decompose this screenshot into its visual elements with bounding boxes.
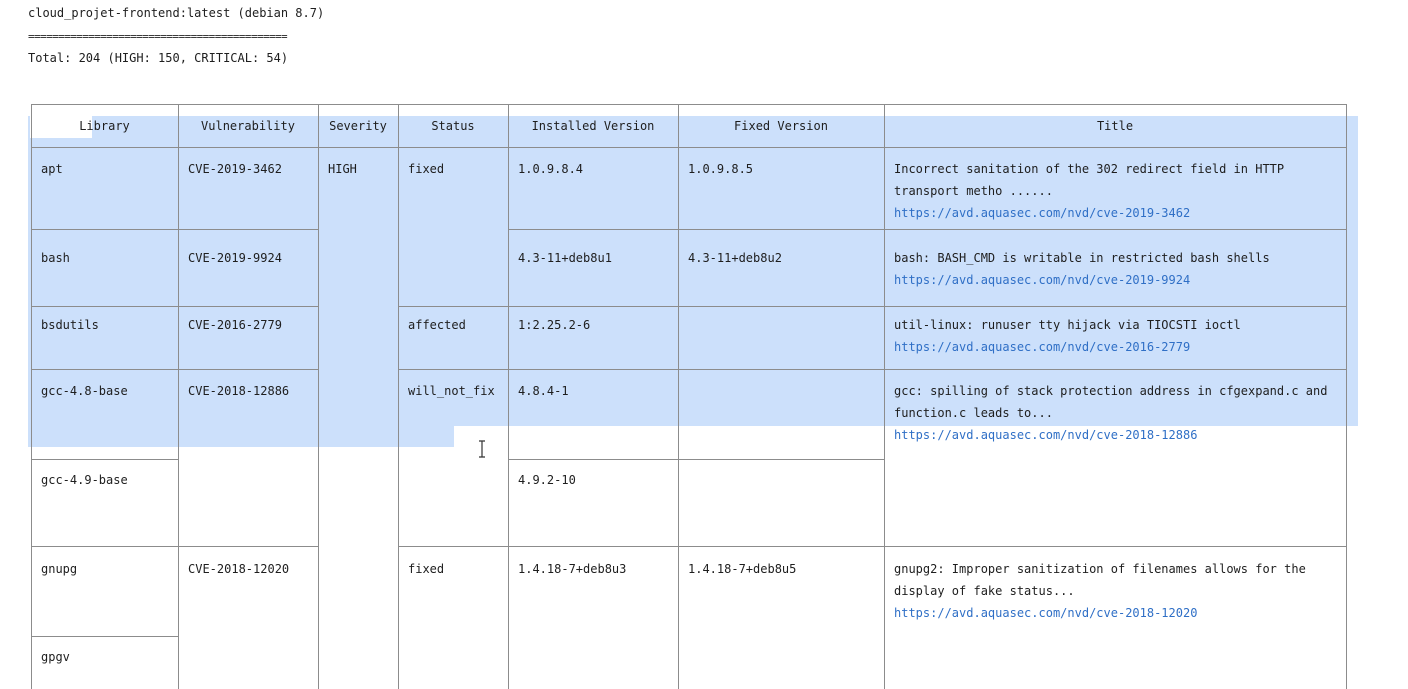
cell-vulnerability: CVE-2019-9924 xyxy=(188,251,282,265)
cell-library: gpgv xyxy=(41,650,70,664)
column-border xyxy=(678,104,679,689)
advisory-link[interactable]: https://avd.aquasec.com/nvd/cve-2016-277… xyxy=(894,336,1190,358)
column-border xyxy=(884,104,885,689)
cell-installed-version: 4.8.4-1 xyxy=(518,384,569,398)
cell-title: transport metho ...... xyxy=(894,184,1053,198)
cell-status: affected xyxy=(408,318,466,332)
cell-fixed-version: 4.3-11+deb8u2 xyxy=(688,251,782,265)
column-border xyxy=(508,104,509,689)
text-cursor-icon xyxy=(479,440,485,458)
row-border xyxy=(398,546,1346,547)
text-selection-highlight xyxy=(28,426,454,447)
cell-status: fixed xyxy=(408,162,445,176)
cell-vulnerability: CVE-2018-12886 xyxy=(188,384,290,398)
advisory-link[interactable]: https://avd.aquasec.com/nvd/cve-2018-128… xyxy=(894,424,1197,446)
cell-fixed-version: 1.0.9.8.5 xyxy=(688,162,754,176)
column-border xyxy=(398,104,399,689)
column-header-library[interactable]: Library xyxy=(31,115,178,137)
cell-title: gcc: spilling of stack protection addres… xyxy=(894,384,1328,398)
cell-title: bash: BASH_CMD is writable in restricted… xyxy=(894,251,1270,265)
row-border xyxy=(31,636,178,637)
row-border xyxy=(31,459,178,460)
cell-installed-version: 1.0.9.8.4 xyxy=(518,162,584,176)
cell-library: gcc-4.8-base xyxy=(41,384,128,398)
cell-library: apt xyxy=(41,162,63,176)
cell-library: gnupg xyxy=(41,562,78,576)
advisory-link[interactable]: https://avd.aquasec.com/nvd/cve-2019-346… xyxy=(894,202,1190,224)
row-border xyxy=(31,229,318,230)
cell-fixed-version: 1.4.18-7+deb8u5 xyxy=(688,562,797,576)
row-border xyxy=(31,104,1346,105)
row-border xyxy=(398,306,1346,307)
cell-vulnerability: CVE-2018-12020 xyxy=(188,562,290,576)
cell-title: display of fake status... xyxy=(894,584,1075,598)
cell-library: bash xyxy=(41,251,70,265)
row-border xyxy=(508,459,884,460)
column-border xyxy=(31,104,32,689)
column-header-severity[interactable]: Severity xyxy=(318,115,398,137)
cell-vulnerability: CVE-2016-2779 xyxy=(188,318,282,332)
cell-installed-version: 1.4.18-7+deb8u3 xyxy=(518,562,627,576)
row-border xyxy=(398,369,1346,370)
cell-title: gnupg2: Improper sanitization of filenam… xyxy=(894,562,1306,576)
cell-vulnerability: CVE-2019-3462 xyxy=(188,162,282,176)
column-header-title[interactable]: Title xyxy=(884,115,1346,137)
cell-installed-version: 4.3-11+deb8u1 xyxy=(518,251,612,265)
row-border xyxy=(31,147,1346,148)
column-border xyxy=(318,104,319,689)
cell-title: Incorrect sanitation of the 302 redirect… xyxy=(894,162,1285,176)
column-header-installed-version[interactable]: Installed Version xyxy=(508,115,678,137)
row-border xyxy=(31,369,318,370)
vulnerability-table[interactable]: Library Vulnerability Severity Status Instal… xyxy=(0,0,1408,689)
advisory-link[interactable]: https://avd.aquasec.com/nvd/cve-2018-120… xyxy=(894,602,1197,624)
column-header-status[interactable]: Status xyxy=(398,115,508,137)
cell-title: util-linux: runuser tty hijack via TIOCS… xyxy=(894,318,1241,332)
cell-status: will_not_fix xyxy=(408,384,495,398)
column-border xyxy=(1346,104,1347,689)
column-header-vulnerability[interactable]: Vulnerability xyxy=(178,115,318,137)
row-border xyxy=(508,229,1346,230)
cell-severity: HIGH xyxy=(328,162,357,176)
row-border xyxy=(31,306,318,307)
cell-installed-version: 1:2.25.2-6 xyxy=(518,318,591,332)
cell-title: function.c leads to... xyxy=(894,406,1053,420)
column-border xyxy=(178,104,179,689)
cell-installed-version: 4.9.2-10 xyxy=(518,473,576,487)
column-header-fixed-version[interactable]: Fixed Version xyxy=(678,115,884,137)
advisory-link[interactable]: https://avd.aquasec.com/nvd/cve-2019-992… xyxy=(894,269,1190,291)
cell-library: bsdutils xyxy=(41,318,99,332)
cell-status: fixed xyxy=(408,562,445,576)
cell-library: gcc-4.9-base xyxy=(41,473,128,487)
row-border xyxy=(31,546,318,547)
